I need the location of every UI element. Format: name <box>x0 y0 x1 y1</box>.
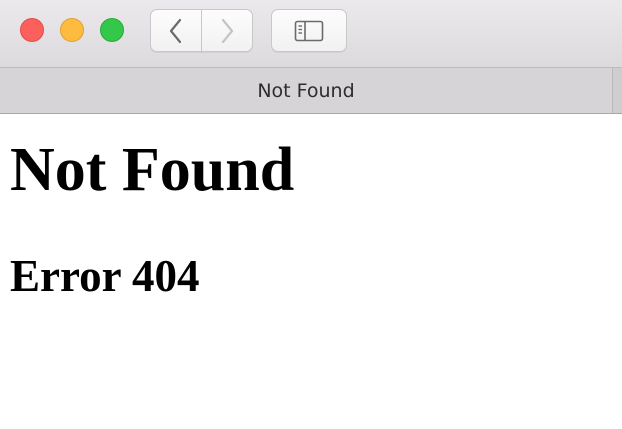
page-content: Not Found Error 404 <box>0 114 622 429</box>
navigation-buttons <box>150 9 253 52</box>
sidebar-icon <box>294 20 324 41</box>
error-code-heading: Error 404 <box>10 251 200 301</box>
tab-not-found[interactable]: Not Found <box>0 68 613 113</box>
window-toolbar <box>0 0 622 67</box>
back-button[interactable] <box>150 9 202 52</box>
chevron-right-icon <box>221 18 234 43</box>
tab-title: Not Found <box>257 79 355 102</box>
zoom-window-button[interactable] <box>100 18 124 42</box>
close-window-button[interactable] <box>20 18 44 42</box>
tab-bar: Not Found <box>0 67 622 114</box>
chevron-left-icon <box>169 18 182 43</box>
forward-button[interactable] <box>201 9 253 52</box>
minimize-window-button[interactable] <box>60 18 84 42</box>
page-heading: Not Found <box>10 136 295 204</box>
tab-bar-edge <box>613 68 622 113</box>
show-sidebar-button[interactable] <box>271 9 347 52</box>
